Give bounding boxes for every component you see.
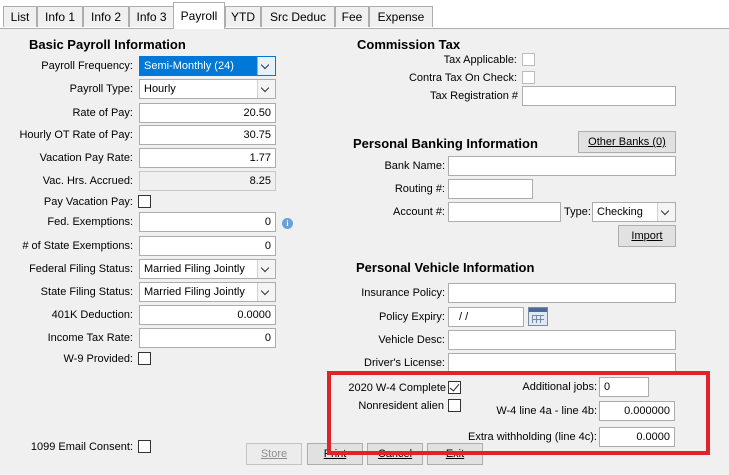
tax-reg-label: Tax Registration # xyxy=(429,90,518,102)
tab-payroll[interactable]: Payroll xyxy=(173,2,225,29)
contra-tax-checkbox[interactable] xyxy=(522,71,535,84)
chevron-down-icon xyxy=(257,57,275,75)
chevron-down-icon xyxy=(257,260,275,278)
payroll-frequency-label: Payroll Frequency: xyxy=(41,60,133,72)
account-input[interactable] xyxy=(448,202,561,222)
tab-info-1[interactable]: Info 1 xyxy=(37,6,83,27)
bank-name-label: Bank Name: xyxy=(384,160,445,172)
vac-hrs-input: 8.25 xyxy=(139,171,276,191)
state-filing-select[interactable]: Married Filing Jointly xyxy=(139,282,276,302)
federal-filing-label: Federal Filing Status: xyxy=(29,263,133,275)
payroll-frequency-value: Semi-Monthly (24) xyxy=(144,60,234,72)
tab-src-deduc[interactable]: Src Deduc xyxy=(261,6,335,27)
vehicle-desc-label: Vehicle Desc: xyxy=(378,334,445,346)
highlight-box xyxy=(327,371,710,455)
contra-tax-label: Contra Tax On Check: xyxy=(408,72,517,84)
income-tax-label: Income Tax Rate: xyxy=(47,332,133,344)
vacation-rate-input[interactable]: 1.77 xyxy=(139,148,276,168)
type-label: Type: xyxy=(564,206,591,218)
drivers-license-label: Driver's License: xyxy=(364,357,445,369)
drivers-license-input[interactable] xyxy=(448,353,676,373)
chevron-down-icon xyxy=(257,80,275,98)
payroll-frequency-select[interactable]: Semi-Monthly (24) xyxy=(139,56,276,76)
info-icon[interactable]: i xyxy=(282,218,293,229)
other-banks-button[interactable]: Other Banks (0) xyxy=(578,131,676,153)
vac-hrs-label: Vac. Hrs. Accrued: xyxy=(42,175,133,187)
tab-info-3[interactable]: Info 3 xyxy=(129,6,174,27)
pay-vacation-label: Pay Vacation Pay: xyxy=(43,196,133,208)
account-label: Account #: xyxy=(393,206,445,218)
tab-fee[interactable]: Fee xyxy=(335,6,369,27)
tax-applicable-label: Tax Applicable: xyxy=(443,54,517,66)
import-button[interactable]: Import xyxy=(618,225,676,247)
expiry-value: / / xyxy=(459,311,469,323)
calendar-icon[interactable] xyxy=(528,307,548,326)
pay-vacation-checkbox[interactable] xyxy=(138,195,151,208)
state-filing-label: State Filing Status: xyxy=(40,286,133,298)
tax-reg-input[interactable] xyxy=(522,86,676,106)
other-banks-label: Other Banks (0) xyxy=(588,136,666,148)
insurance-input[interactable] xyxy=(448,283,676,303)
rate-of-pay-label: Rate of Pay: xyxy=(72,107,133,119)
banking-title: Personal Banking Information xyxy=(353,136,538,151)
income-tax-input[interactable]: 0 xyxy=(139,328,276,348)
payroll-type-select[interactable]: Hourly xyxy=(139,79,276,99)
routing-input[interactable] xyxy=(448,179,533,199)
chevron-down-icon xyxy=(657,203,675,221)
tab-ytd[interactable]: YTD xyxy=(225,6,261,27)
fed-exemptions-input[interactable]: 0 xyxy=(139,212,276,232)
hourly-ot-input[interactable]: 30.75 xyxy=(139,125,276,145)
w9-checkbox[interactable] xyxy=(138,352,151,365)
account-type-value: Checking xyxy=(597,206,643,218)
bank-name-input[interactable] xyxy=(448,156,676,176)
fed-exemptions-label: Fed. Exemptions: xyxy=(47,216,133,228)
payroll-type-value: Hourly xyxy=(144,83,176,95)
federal-filing-select[interactable]: Married Filing Jointly xyxy=(139,259,276,279)
tab-info-2[interactable]: Info 2 xyxy=(83,6,129,27)
k401-input[interactable]: 0.0000 xyxy=(139,305,276,325)
store-button[interactable]: Store xyxy=(246,443,302,465)
tab-expense[interactable]: Expense xyxy=(369,6,433,27)
basic-payroll-title: Basic Payroll Information xyxy=(29,37,186,52)
routing-label: Routing #: xyxy=(394,183,445,195)
chevron-down-icon xyxy=(257,283,275,301)
k401-label: 401K Deduction: xyxy=(51,309,133,321)
tax-applicable-checkbox[interactable] xyxy=(522,53,535,66)
tab-bar: List Info 1 Info 2 Info 3 Payroll YTD Sr… xyxy=(0,0,729,29)
rate-of-pay-input[interactable]: 20.50 xyxy=(139,103,276,123)
commission-tax-title: Commission Tax xyxy=(357,37,461,52)
w9-label: W-9 Provided: xyxy=(63,353,134,365)
state-exemptions-input[interactable]: 0 xyxy=(139,236,276,256)
expiry-input[interactable]: / / xyxy=(448,307,524,327)
federal-filing-value: Married Filing Jointly xyxy=(144,263,245,275)
tab-list[interactable]: List xyxy=(3,6,37,27)
email-consent-checkbox[interactable] xyxy=(138,440,151,453)
import-label: Import xyxy=(631,230,663,242)
payroll-type-label: Payroll Type: xyxy=(69,83,133,95)
account-type-select[interactable]: Checking xyxy=(592,202,676,222)
expiry-label: Policy Expiry: xyxy=(378,311,445,323)
insurance-label: Insurance Policy: xyxy=(361,287,445,299)
vacation-rate-label: Vacation Pay Rate: xyxy=(39,152,133,164)
vehicle-desc-input[interactable] xyxy=(448,330,676,350)
vehicle-title: Personal Vehicle Information xyxy=(356,260,535,275)
email-consent-label: 1099 Email Consent: xyxy=(30,441,133,453)
store-label: Store xyxy=(260,448,288,460)
state-exemptions-label: # of State Exemptions: xyxy=(22,240,133,252)
state-filing-value: Married Filing Jointly xyxy=(144,286,245,298)
hourly-ot-label: Hourly OT Rate of Pay: xyxy=(19,129,133,141)
